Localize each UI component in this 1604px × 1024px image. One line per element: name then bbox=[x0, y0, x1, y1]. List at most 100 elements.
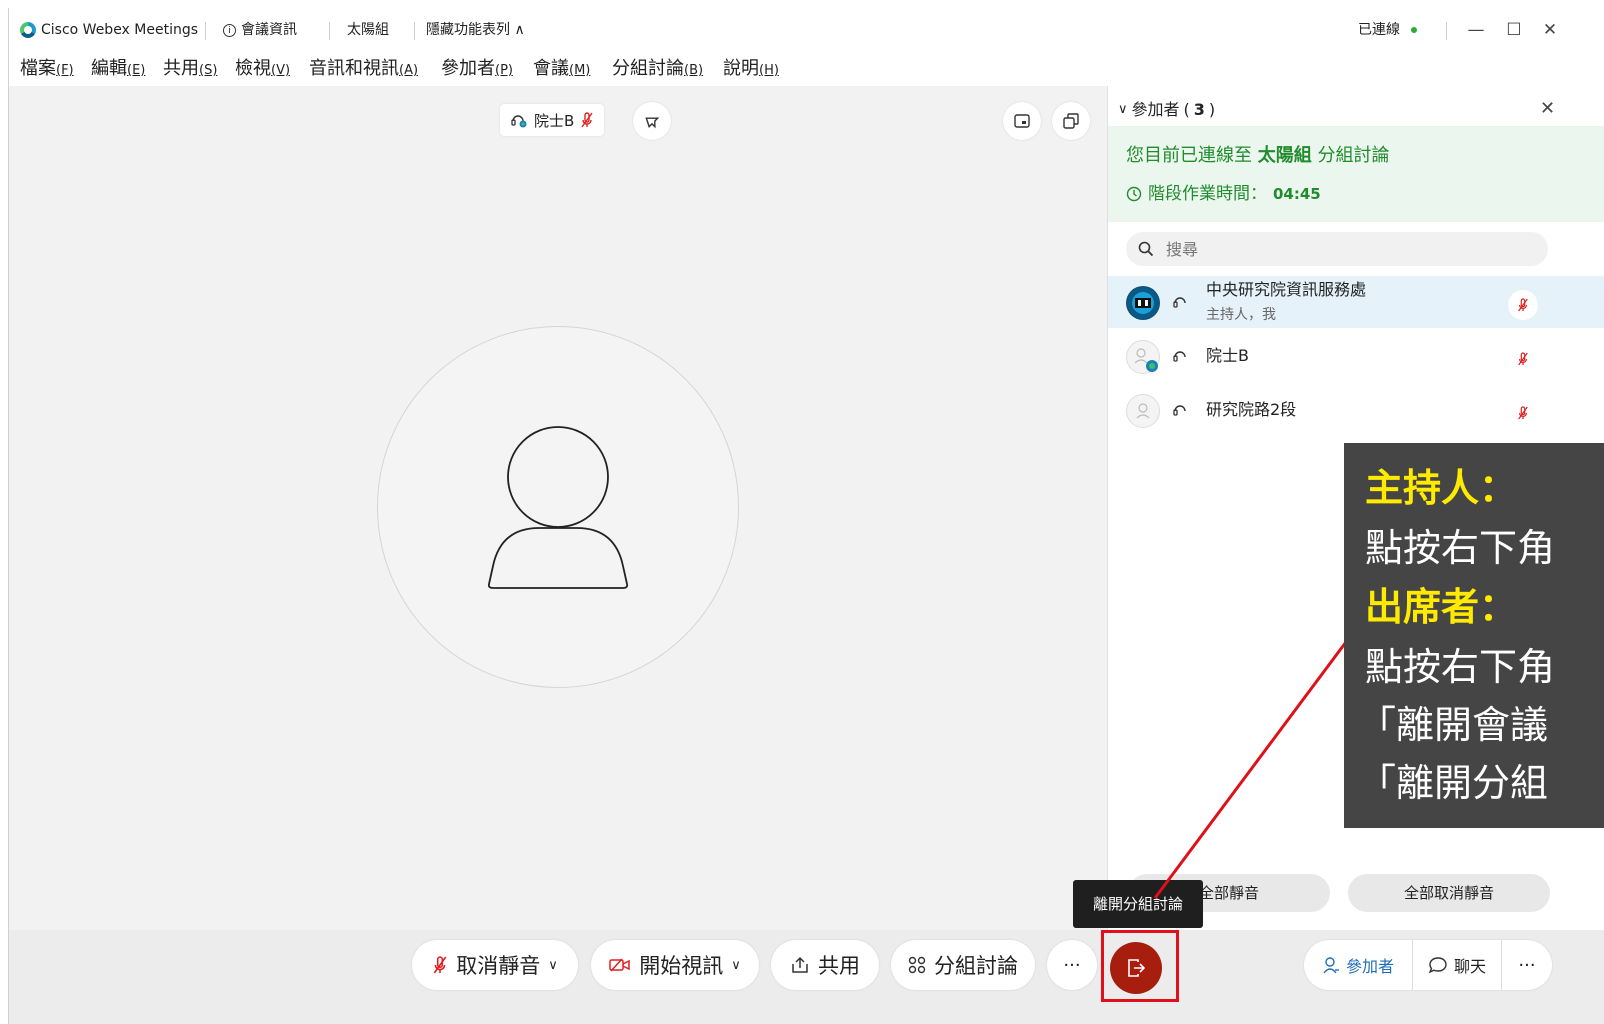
participant-search[interactable] bbox=[1126, 232, 1548, 266]
muted-mic-icon bbox=[433, 956, 447, 974]
participant-name: 中央研究院資訊服務處 bbox=[1206, 280, 1367, 299]
hide-menu-bar-button[interactable]: 隱藏功能表列 ∧ bbox=[426, 20, 525, 40]
connected-group: 太陽組 bbox=[1257, 145, 1312, 166]
meeting-info-button[interactable]: i 會議資訊 bbox=[223, 20, 297, 40]
menu-label: 參加者 bbox=[441, 58, 495, 79]
more-options-button[interactable]: ··· bbox=[1047, 940, 1097, 990]
video-stage: 院士B bbox=[9, 86, 1107, 930]
pin-button[interactable] bbox=[633, 102, 671, 140]
close-window-button[interactable]: ✕ bbox=[1537, 18, 1563, 42]
search-icon bbox=[1138, 241, 1154, 257]
option-leave-meeting: 「離開會議 bbox=[1358, 703, 1549, 747]
menu-help[interactable]: 說明(H) bbox=[723, 58, 779, 82]
attendee-instruction: 點按右下角 bbox=[1365, 645, 1556, 689]
share-label: 共用 bbox=[818, 954, 860, 978]
person-icon bbox=[1323, 957, 1339, 974]
chat-button[interactable]: 聊天 bbox=[1413, 940, 1502, 990]
minimize-button[interactable]: — bbox=[1463, 18, 1489, 42]
timer-label: 階段作業時間： bbox=[1148, 184, 1267, 204]
app-title: Cisco Webex Meetings bbox=[20, 20, 198, 40]
control-bar: 取消靜音 ∨ 開始視訊 ∨ 共用 分組討論 ··· 參加者 聊天 ··· bbox=[9, 930, 1604, 1024]
avatar bbox=[1126, 340, 1160, 374]
chevron-down-icon[interactable]: ∨ bbox=[548, 958, 558, 973]
menu-bar: 檔案(F) 編輯(E) 共用(S) 檢視(V) 音訊和視訊(A) 參加者(P) … bbox=[9, 52, 1604, 86]
connection-status: 已連線 bbox=[1358, 20, 1417, 40]
breakout-icon bbox=[908, 956, 926, 974]
mute-toggle-button[interactable] bbox=[1508, 398, 1538, 428]
menu-shortcut: (S) bbox=[199, 63, 218, 78]
picture-in-picture-button[interactable] bbox=[1003, 102, 1041, 140]
menu-file[interactable]: 檔案(F) bbox=[20, 58, 74, 82]
headset-icon bbox=[1173, 297, 1186, 308]
breakout-label: 分組討論 bbox=[934, 954, 1018, 978]
menu-view[interactable]: 檢視(V) bbox=[235, 58, 290, 82]
chat-label: 聊天 bbox=[1453, 957, 1486, 976]
start-video-button[interactable]: 開始視訊 ∨ bbox=[591, 940, 759, 990]
host-instruction: 點按右下角 bbox=[1365, 526, 1556, 570]
share-button[interactable]: 共用 bbox=[771, 940, 879, 990]
menu-label: 說明 bbox=[723, 58, 759, 79]
menu-shortcut: (F) bbox=[56, 63, 74, 78]
divider bbox=[329, 22, 330, 40]
participant-name: 研究院路2段 bbox=[1206, 400, 1297, 419]
menu-edit[interactable]: 編輯(E) bbox=[91, 58, 145, 82]
leave-breakout-tooltip: 離開分組討論 bbox=[1073, 880, 1203, 928]
unmute-all-button[interactable]: 全部取消靜音 bbox=[1348, 874, 1550, 912]
popout-icon bbox=[1063, 113, 1079, 129]
app-name: Cisco Webex Meetings bbox=[41, 22, 199, 38]
more-icon: ··· bbox=[1518, 954, 1536, 976]
breakout-button[interactable]: 分組討論 bbox=[891, 940, 1035, 990]
breakout-group-name: 太陽組 bbox=[347, 20, 389, 40]
close-panel-icon[interactable]: ✕ bbox=[1540, 98, 1555, 119]
clock-icon bbox=[1126, 186, 1142, 202]
sinica-logo-icon bbox=[1127, 287, 1159, 319]
person-icon bbox=[1134, 348, 1158, 372]
menu-shortcut: (M) bbox=[569, 63, 591, 78]
participant-row[interactable]: 研究院路2段 bbox=[1108, 384, 1604, 436]
connection-status-text: 已連線 bbox=[1358, 22, 1400, 38]
muted-mic-icon bbox=[581, 112, 593, 128]
participant-row[interactable]: 中央研究院資訊服務處 主持人，我 bbox=[1108, 276, 1604, 328]
chevron-down-icon[interactable]: ∨ bbox=[731, 958, 741, 973]
active-speaker-label: 院士B bbox=[500, 104, 605, 136]
menu-label: 分組討論 bbox=[612, 58, 684, 79]
divider bbox=[205, 22, 206, 40]
pip-icon bbox=[1014, 114, 1030, 128]
menu-participants[interactable]: 參加者(P) bbox=[441, 58, 513, 82]
webex-logo-icon bbox=[20, 22, 36, 38]
video-off-icon bbox=[609, 958, 630, 972]
info-icon: i bbox=[223, 23, 236, 37]
menu-audio-video[interactable]: 音訊和視訊(A) bbox=[309, 58, 418, 82]
option-leave-breakout: 「離開分組 bbox=[1358, 761, 1549, 805]
participant-avatar-large bbox=[377, 326, 739, 688]
popout-button[interactable] bbox=[1052, 102, 1090, 140]
menu-breakout[interactable]: 分組討論(B) bbox=[612, 58, 703, 82]
chevron-down-icon: ∨ bbox=[1118, 102, 1128, 117]
host-title: 主持人： bbox=[1365, 466, 1518, 510]
more-icon: ··· bbox=[1063, 954, 1081, 976]
panel-title: 參加者 bbox=[1131, 100, 1180, 119]
menu-meeting[interactable]: 會議(M) bbox=[533, 58, 590, 82]
breakout-status-box: 您目前已連線至 太陽組 分組討論 階段作業時間： 04:45 bbox=[1108, 126, 1604, 222]
person-icon bbox=[1136, 403, 1150, 419]
search-input[interactable] bbox=[1164, 238, 1528, 260]
divider bbox=[1446, 22, 1447, 40]
unmute-button[interactable]: 取消靜音 ∨ bbox=[412, 940, 578, 990]
menu-shortcut: (A) bbox=[399, 63, 419, 78]
mute-toggle-button[interactable] bbox=[1508, 344, 1538, 374]
panel-toggle-group: 參加者 聊天 ··· bbox=[1304, 940, 1552, 990]
mute-toggle-button[interactable] bbox=[1508, 290, 1538, 320]
maximize-button[interactable]: ☐ bbox=[1501, 18, 1527, 42]
pin-icon bbox=[645, 117, 660, 129]
connected-status-text: 您目前已連線至 太陽組 分組討論 bbox=[1126, 144, 1389, 168]
participants-toggle-button[interactable]: 參加者 bbox=[1304, 940, 1413, 990]
menu-share[interactable]: 共用(S) bbox=[163, 58, 217, 82]
more-panels-button[interactable]: ··· bbox=[1502, 955, 1552, 976]
panel-header[interactable]: ∨ 參加者 (3) bbox=[1118, 98, 1215, 122]
menu-label: 檔案 bbox=[20, 58, 56, 79]
participant-row[interactable]: 院士B bbox=[1108, 330, 1604, 382]
participants-label: 參加者 bbox=[1345, 957, 1394, 976]
menu-shortcut: (V) bbox=[271, 63, 291, 78]
menu-shortcut: (H) bbox=[759, 63, 779, 78]
connected-prefix: 您目前已連線至 bbox=[1126, 145, 1252, 166]
